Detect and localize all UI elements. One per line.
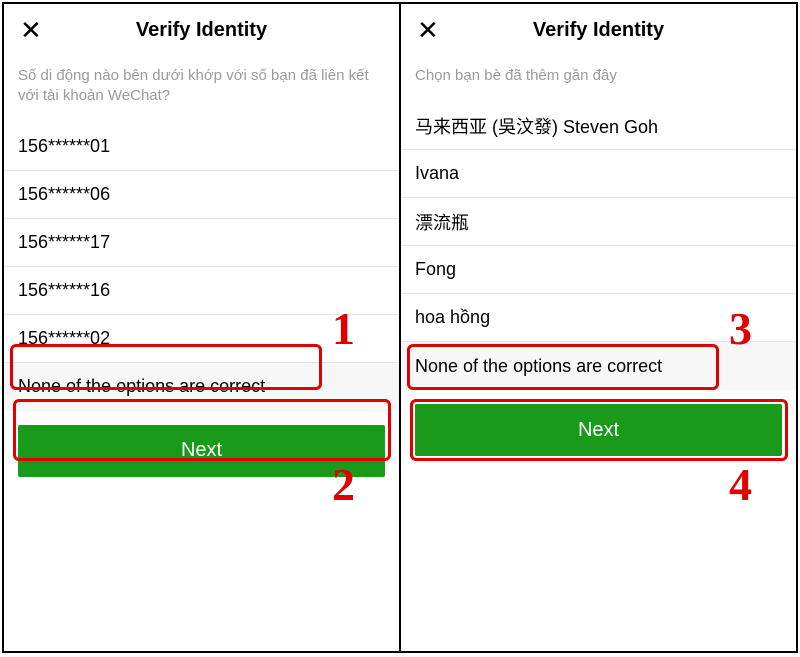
close-icon[interactable]: ✕ [16,13,46,47]
prompt-text: Chọn bạn bè đã thêm gần đây [401,56,796,102]
prompt-text: Số di động nào bên dưới khớp với số bạn … [4,56,399,123]
option-item[interactable]: 马来西亚 (吳汶發) Steven Goh [401,102,796,150]
option-item[interactable]: 156******01 [4,123,399,171]
panel-friend-verify: ✕ Verify Identity Chọn bạn bè đã thêm gầ… [401,4,796,651]
option-item[interactable]: hoa hồng [401,294,796,342]
page-title: Verify Identity [401,19,796,42]
screenshot-container: ✕ Verify Identity Số di động nào bên dướ… [2,2,798,653]
option-item[interactable]: Fong [401,246,796,294]
header: ✕ Verify Identity [4,4,399,56]
option-none-correct[interactable]: None of the options are correct [4,363,399,411]
option-item[interactable]: 156******06 [4,171,399,219]
option-item[interactable]: 漂流瓶 [401,198,796,246]
panel-phone-verify: ✕ Verify Identity Số di động nào bên dướ… [4,4,401,651]
option-none-correct[interactable]: None of the options are correct [401,342,796,390]
option-item[interactable]: 156******16 [4,267,399,315]
close-icon[interactable]: ✕ [413,13,443,47]
options-list: 156******01 156******06 156******17 156*… [4,123,399,363]
option-item[interactable]: Ivana [401,150,796,198]
header: ✕ Verify Identity [401,4,796,56]
option-item[interactable]: 156******02 [4,315,399,363]
option-item[interactable]: 156******17 [4,219,399,267]
next-button-wrap: Next [401,390,796,470]
next-button[interactable]: Next [415,404,782,456]
next-button-wrap: Next [4,411,399,491]
page-title: Verify Identity [4,19,399,42]
options-list: 马来西亚 (吳汶發) Steven Goh Ivana 漂流瓶 Fong hoa… [401,102,796,342]
next-button[interactable]: Next [18,425,385,477]
